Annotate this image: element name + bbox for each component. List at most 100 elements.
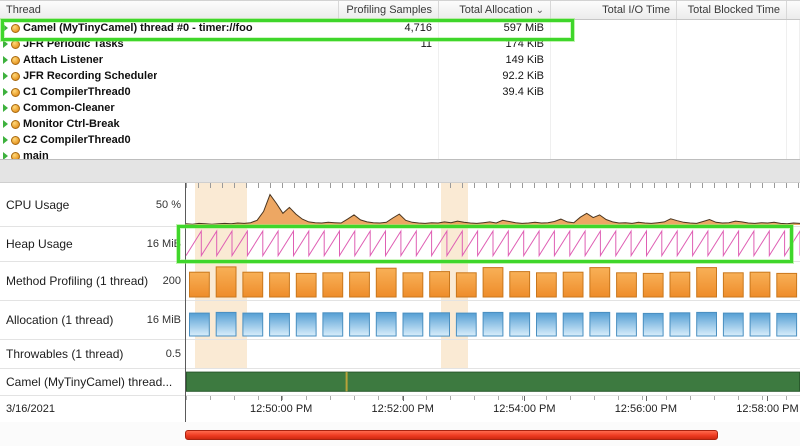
- panel-divider: [0, 160, 800, 183]
- timeline-row-label[interactable]: CPU Usage50 %: [0, 183, 185, 227]
- profiling-samples-value: [339, 84, 439, 100]
- total-blocked-value: [677, 148, 787, 160]
- table-row[interactable]: C2 CompilerThread0: [0, 132, 800, 148]
- column-header-profiling-samples[interactable]: Profiling Samples: [339, 1, 439, 19]
- thread-cell: Monitor Ctrl-Break: [0, 118, 339, 130]
- timeline-scrollbar-track[interactable]: [185, 422, 800, 446]
- thread-icon: [11, 120, 20, 129]
- axis-value: 50 %: [152, 199, 181, 211]
- thread-icon: [11, 136, 20, 145]
- total-allocation-value: [439, 132, 551, 148]
- row-spacer: [787, 84, 800, 100]
- total-blocked-value: [677, 100, 787, 116]
- expand-arrow-icon[interactable]: [3, 136, 8, 144]
- chart-cpu-usage: [186, 183, 800, 227]
- table-header: Thread Profiling Samples Total Allocatio…: [0, 0, 800, 20]
- timeline-scrollbar-thumb[interactable]: [185, 430, 718, 440]
- total-allocation-value: 92.2 KiB: [439, 68, 551, 84]
- total-blocked-value: [677, 68, 787, 84]
- time-axis: 12:50:00 PM12:52:00 PM12:54:00 PM12:56:0…: [186, 396, 800, 422]
- thread-cell: Attach Listener: [0, 54, 339, 66]
- thread-cell: JFR Recording Scheduler: [0, 70, 339, 82]
- total-allocation-value: [439, 148, 551, 160]
- expand-arrow-icon[interactable]: [3, 120, 8, 128]
- profiler-window: Thread Profiling Samples Total Allocatio…: [0, 0, 800, 446]
- row-spacer: [787, 132, 800, 148]
- expand-arrow-icon[interactable]: [3, 152, 8, 160]
- thread-name: main: [23, 150, 49, 160]
- chart-camel-thread: [186, 369, 800, 396]
- total-io-value: [551, 148, 677, 160]
- row-spacer: [787, 36, 800, 52]
- time-tick: [524, 396, 525, 401]
- row-spacer: [787, 20, 800, 36]
- table-row[interactable]: JFR Recording Scheduler 92.2 KiB: [0, 68, 800, 84]
- total-io-value: [551, 100, 677, 116]
- axis-value: 16 MiB: [143, 314, 181, 326]
- column-header-total-blocked-time[interactable]: Total Blocked Time: [677, 1, 787, 19]
- timeline-row-label[interactable]: Allocation (1 thread)16 MiB: [0, 301, 185, 340]
- timeline-row-label[interactable]: Throwables (1 thread) 0.5: [0, 340, 185, 369]
- thread-cell: main: [0, 150, 339, 160]
- thread-name: C2 CompilerThread0: [23, 134, 131, 146]
- timeline-panel: CPU Usage50 %Heap Usage16 MiBMethod Prof…: [0, 183, 800, 422]
- axis-value: 0.5: [162, 348, 181, 360]
- timeline-plot[interactable]: 12:50:00 PM12:52:00 PM12:54:00 PM12:56:0…: [185, 183, 800, 422]
- profiling-samples-value: 4,716: [339, 20, 439, 36]
- date-label: 3/16/2021: [6, 403, 55, 415]
- timeline-label: Camel (MyTinyCamel) thread...: [6, 375, 172, 389]
- row-spacer: [787, 52, 800, 68]
- timeline-labels: CPU Usage50 %Heap Usage16 MiBMethod Prof…: [0, 183, 185, 422]
- total-blocked-value: [677, 116, 787, 132]
- column-header-thread[interactable]: Thread: [0, 1, 339, 19]
- expand-arrow-icon[interactable]: [3, 24, 8, 32]
- table-row[interactable]: Attach Listener149 KiB: [0, 52, 800, 68]
- time-tick: [281, 396, 282, 401]
- total-io-value: [551, 132, 677, 148]
- profiling-samples-value: [339, 100, 439, 116]
- row-spacer: [787, 116, 800, 132]
- thread-cell: C1 CompilerThread0: [0, 86, 339, 98]
- thread-icon: [11, 72, 20, 81]
- chart-allocation: [186, 301, 800, 340]
- total-io-value: [551, 116, 677, 132]
- table-row[interactable]: Monitor Ctrl-Break: [0, 116, 800, 132]
- expand-arrow-icon[interactable]: [3, 56, 8, 64]
- timeline-row-label[interactable]: Camel (MyTinyCamel) thread...: [0, 369, 185, 396]
- table-row[interactable]: Camel (MyTinyCamel) thread #0 - timer://…: [0, 20, 800, 36]
- timeline-label: Throwables (1 thread): [6, 347, 123, 361]
- table-row[interactable]: C1 CompilerThread039.4 KiB: [0, 84, 800, 100]
- profiling-samples-value: [339, 68, 439, 84]
- expand-arrow-icon[interactable]: [3, 104, 8, 112]
- total-allocation-value: [439, 100, 551, 116]
- total-blocked-value: [677, 132, 787, 148]
- column-header-io-label: Total I/O Time: [602, 4, 670, 16]
- timeline-row-label[interactable]: Method Profiling (1 thread)200: [0, 262, 185, 301]
- expand-arrow-icon[interactable]: [3, 40, 8, 48]
- table-row[interactable]: Common-Cleaner: [0, 100, 800, 116]
- expand-arrow-icon[interactable]: [3, 88, 8, 96]
- time-tick-label: 12:54:00 PM: [493, 403, 555, 415]
- header-spacer: [787, 1, 800, 19]
- row-spacer: [787, 148, 800, 160]
- column-header-allocation-label: Total Allocation: [459, 4, 532, 16]
- thread-table: Thread Profiling Samples Total Allocatio…: [0, 0, 800, 160]
- total-blocked-value: [677, 20, 787, 36]
- table-row[interactable]: main: [0, 148, 800, 160]
- bottom-strip: [0, 422, 800, 446]
- total-blocked-value: [677, 84, 787, 100]
- total-blocked-value: [677, 36, 787, 52]
- thread-icon: [11, 40, 20, 49]
- table-row[interactable]: JFR Periodic Tasks11174 KiB: [0, 36, 800, 52]
- total-io-value: [551, 84, 677, 100]
- total-allocation-value: 174 KiB: [439, 36, 551, 52]
- column-header-total-allocation[interactable]: Total Allocation ⌄: [439, 1, 551, 19]
- timeline-row-label[interactable]: Heap Usage16 MiB: [0, 227, 185, 262]
- expand-arrow-icon[interactable]: [3, 72, 8, 80]
- column-header-total-io-time[interactable]: Total I/O Time: [551, 1, 677, 19]
- date-row: 3/16/2021: [0, 396, 185, 422]
- total-io-value: [551, 68, 677, 84]
- column-header-blocked-label: Total Blocked Time: [688, 4, 780, 16]
- chart-throwables: [186, 340, 800, 369]
- total-allocation-value: 597 MiB: [439, 20, 551, 36]
